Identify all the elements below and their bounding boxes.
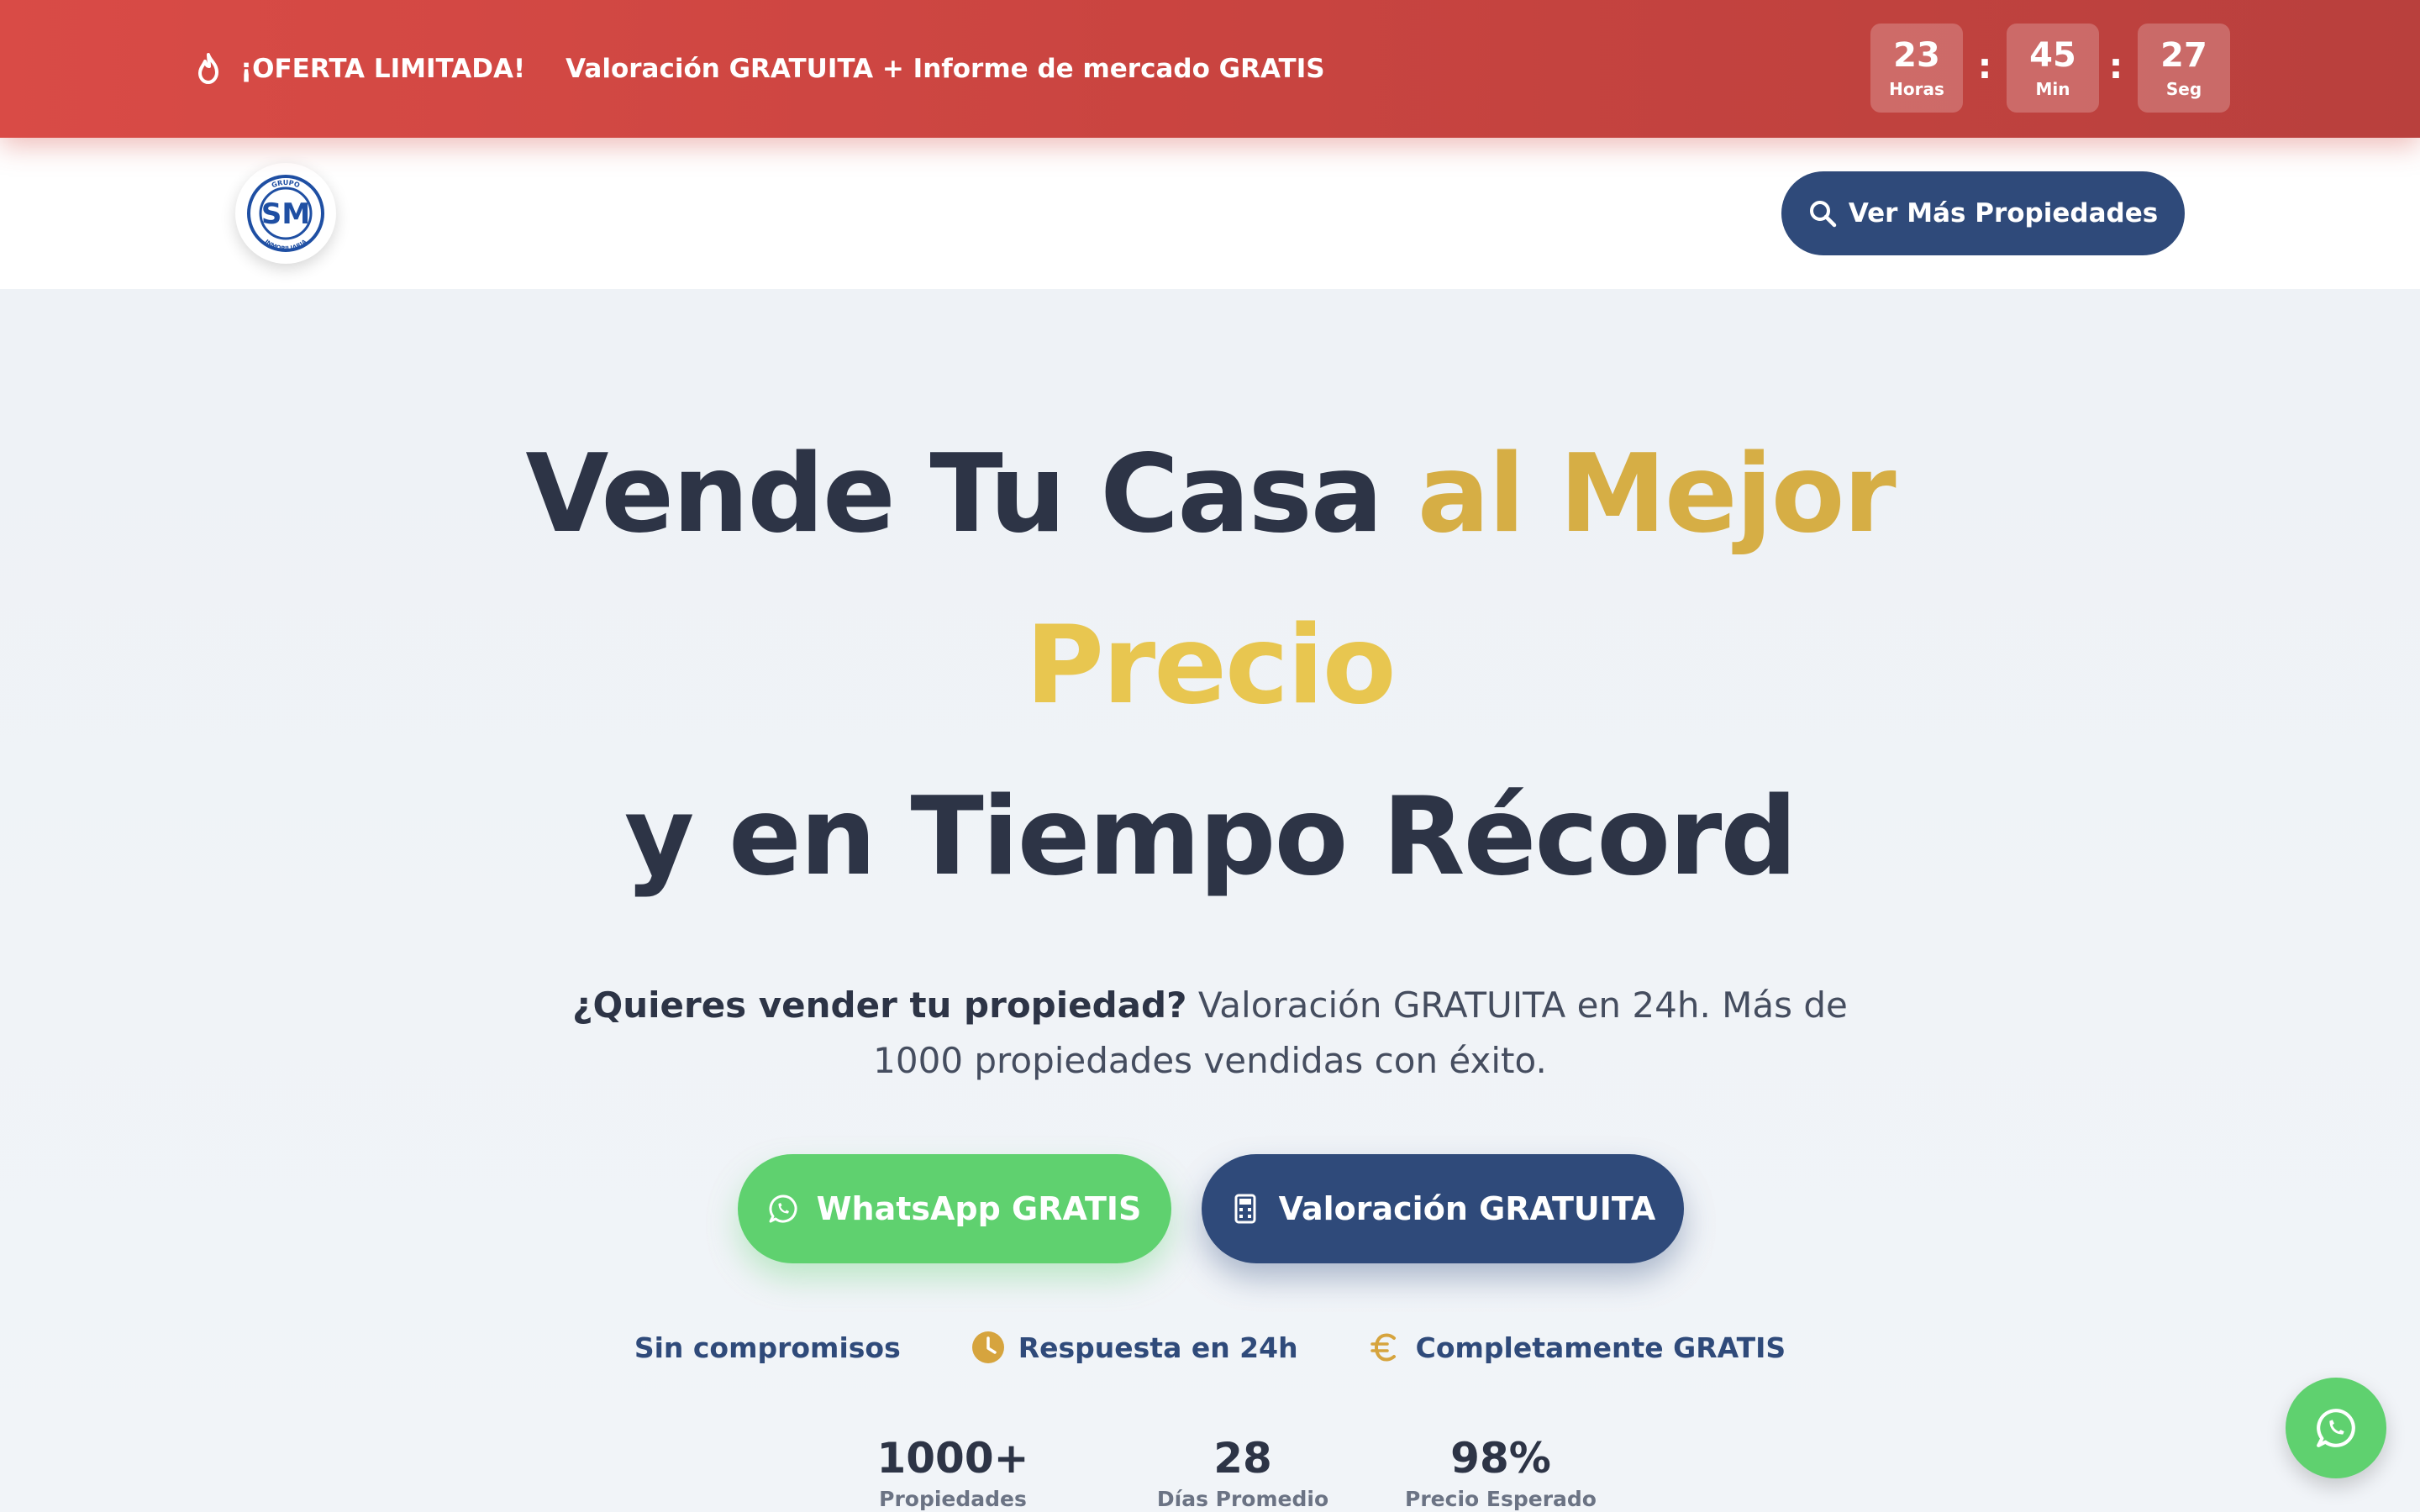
hero-title-part-1: Vende Tu Casa [525, 432, 1383, 557]
stat-label: Propiedades Vendidas [879, 1487, 1027, 1512]
feature-item: Respuesta en 24h [971, 1331, 1298, 1364]
stat-item: 98% Precio Esperado [1375, 1431, 1627, 1511]
whatsapp-float-button[interactable] [2286, 1378, 2386, 1478]
valuation-button[interactable]: Valoración GRATUITA [1202, 1154, 1684, 1263]
countdown-seconds: 27 Seg [2138, 24, 2230, 113]
hero-section: Vende Tu Casa al Mejor Precio y en Tiemp… [0, 289, 2420, 1512]
more-properties-button[interactable]: Ver Más Propiedades [1781, 171, 2185, 255]
logo[interactable]: GRUPO SM INMOBILIARIA [235, 163, 336, 264]
stat-label: Precio Esperado [1405, 1487, 1597, 1511]
whatsapp-icon [2317, 1409, 2355, 1447]
feature-item: Completamente GRATIS [1369, 1331, 1786, 1364]
countdown-minutes: 45 Min [2007, 24, 2099, 113]
stat-value: 98% [1450, 1434, 1551, 1483]
site-header: GRUPO SM INMOBILIARIA Ver Más Propiedade… [0, 138, 2420, 289]
logo-monogram: SM [261, 197, 310, 231]
calculator-icon [1234, 1194, 1256, 1224]
stat-value: 28 [1213, 1434, 1272, 1483]
hero-subtitle: ¿Quieres vender tu propiedad? Valoración… [538, 978, 1882, 1089]
hero-subtitle-question: ¿Quieres vender tu propiedad? [572, 984, 1187, 1026]
hero-title-line-1: Vende Tu Casa al Mejor [0, 432, 2420, 557]
feature-label: Completamente GRATIS [1415, 1331, 1786, 1364]
promo-message: ¡OFERTA LIMITADA! Valoración GRATUITA + … [195, 47, 1325, 91]
feature-item: Sin compromisos [634, 1331, 901, 1364]
countdown-minutes-value: 45 [2029, 36, 2076, 75]
promo-label: ¡OFERTA LIMITADA! [240, 54, 526, 84]
countdown-hours: 23 Horas [1870, 24, 1963, 113]
countdown-hours-value: 23 [1893, 36, 1940, 75]
whatsapp-button[interactable]: WhatsApp GRATIS [738, 1154, 1171, 1263]
whatsapp-button-label: WhatsApp GRATIS [816, 1190, 1142, 1227]
hero-title-line-3: y en Tiempo Récord [624, 774, 1797, 900]
countdown-separator: : [2108, 45, 2123, 87]
promo-bar: ¡OFERTA LIMITADA! Valoración GRATUITA + … [0, 0, 2420, 138]
search-icon [1809, 201, 1837, 228]
whatsapp-icon [769, 1194, 797, 1223]
stat-value: 1000+ [876, 1434, 1029, 1483]
promo-text: Valoración GRATUITA + Informe de mercado… [566, 54, 1325, 84]
valuation-button-label: Valoración GRATUITA [1278, 1190, 1656, 1227]
stat-item: 28 Días Promedio [1117, 1431, 1369, 1511]
countdown-minutes-label: Min [2035, 79, 2070, 99]
fire-icon [198, 53, 218, 84]
countdown-hours-label: Horas [1889, 79, 1944, 99]
clock-icon [971, 1331, 1004, 1363]
stat-item: 1000+ Propiedades Vendidas [827, 1431, 1079, 1512]
hero-title-line-2: Precio [0, 603, 2420, 728]
more-properties-label: Ver Más Propiedades [1848, 198, 2159, 228]
countdown-seconds-value: 27 [2160, 36, 2207, 75]
countdown-seconds-label: Seg [2165, 79, 2202, 99]
stats-row: 1000+ Propiedades Vendidas 28 Días Prome… [0, 1431, 2420, 1512]
hero-title-part-3: Precio [1025, 603, 1396, 728]
feature-label: Sin compromisos [634, 1331, 901, 1364]
euro-icon [1370, 1333, 1396, 1362]
logo-emblem: GRUPO SM INMOBILIARIA [247, 175, 324, 252]
countdown-separator: : [1977, 45, 1992, 87]
features-list: Sin compromisos Respuesta en 24h Complet… [0, 1322, 2420, 1373]
feature-label: Respuesta en 24h [1018, 1331, 1298, 1364]
stat-label: Días Promedio [1156, 1487, 1329, 1511]
hero-title-part-2: al Mejor [1417, 432, 1897, 557]
